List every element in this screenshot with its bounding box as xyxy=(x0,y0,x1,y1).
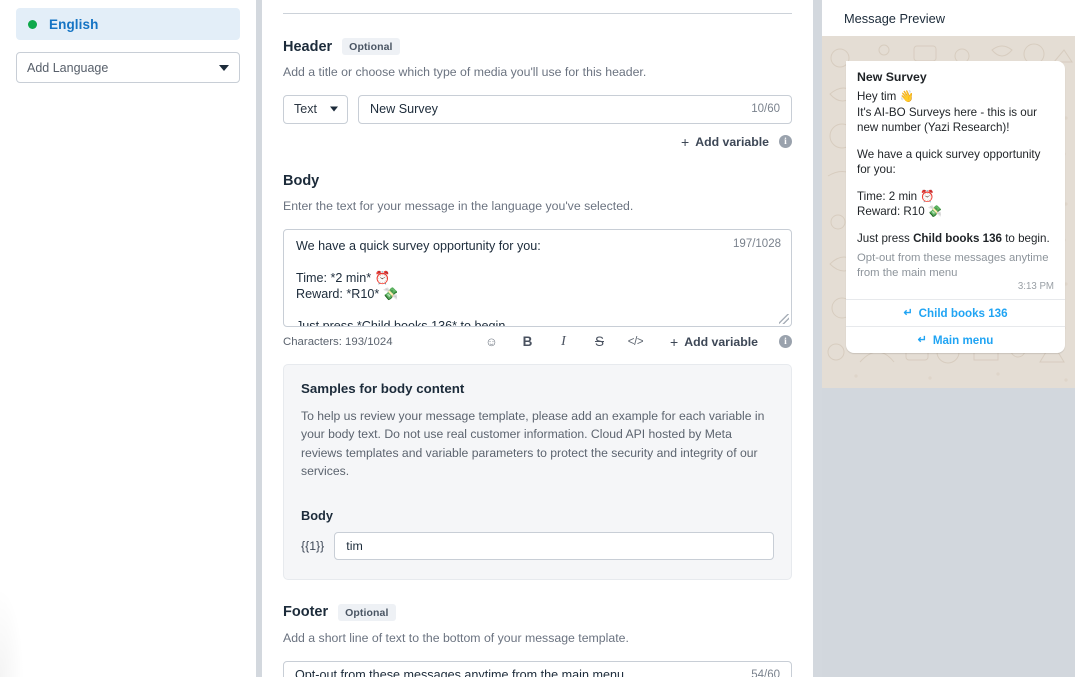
bubble-timestamp: 3:13 PM xyxy=(1017,281,1054,292)
bubble-button-child-books[interactable]: ↵ Child books 136 xyxy=(846,299,1065,326)
body-line-blank-1 xyxy=(296,254,779,270)
header-add-variable-label: Add variable xyxy=(695,134,769,149)
bubble-cta-prefix: Just press xyxy=(857,231,914,245)
textarea-resize-handle[interactable] xyxy=(779,313,789,324)
body-line-6: Just press *Child books 136* to begin. xyxy=(296,318,509,327)
header-type-select[interactable]: Text xyxy=(283,94,348,124)
body-section-description: Enter the text for your message in the l… xyxy=(283,198,634,213)
bubble-footer-text: Opt-out from these messages anytime from… xyxy=(857,252,1049,279)
samples-variable-row: {{1}} tim xyxy=(301,531,774,560)
bubble-line-2: It's AI-BO Surveys here - this is our ne… xyxy=(857,105,1038,135)
sidebar-item-english[interactable]: English xyxy=(16,8,240,40)
info-icon[interactable]: i xyxy=(779,335,792,349)
preview-panel-title: Message Preview xyxy=(822,0,1075,36)
variable-sample-input[interactable]: tim xyxy=(334,531,774,560)
bubble-cta-line: Just press Child books 136 to begin. xyxy=(857,231,1054,247)
body-character-count: Characters: 193/1024 xyxy=(283,335,393,348)
header-section-title-row: Header Optional xyxy=(283,38,792,55)
header-section-title: Header xyxy=(283,38,333,55)
footer-section-description: Add a short line of text to the bottom o… xyxy=(283,630,629,645)
variable-sample-value: tim xyxy=(346,538,363,553)
italic-icon[interactable]: I xyxy=(556,334,571,350)
body-add-variable-label: Add variable xyxy=(684,334,758,349)
plus-icon: + xyxy=(670,333,679,350)
body-add-variable-button[interactable]: + Add variable xyxy=(670,335,758,349)
language-label: English xyxy=(49,16,99,32)
bubble-line-3: We have a quick survey opportunity for y… xyxy=(857,147,1041,177)
chevron-down-icon xyxy=(219,64,229,71)
template-form: Header Optional Add a title or choose wh… xyxy=(262,0,813,677)
bubble-content: New Survey Hey tim 👋 It's AI-BO Surveys … xyxy=(846,61,1065,299)
header-optional-badge: Optional xyxy=(342,38,400,55)
header-text-input[interactable]: New Survey 10/60 xyxy=(358,94,792,124)
bubble-button-label-1: Child books 136 xyxy=(918,306,1008,320)
bold-icon[interactable]: B xyxy=(520,334,535,350)
header-section-description: Add a title or choose which type of medi… xyxy=(283,65,647,79)
app-root: English Add Language Header Optional Add… xyxy=(0,0,1075,677)
samples-description: To help us review your message template,… xyxy=(301,408,765,479)
body-line-4: Reward: *R10* 💸 xyxy=(296,286,399,301)
preview-message-bubble: New Survey Hey tim 👋 It's AI-BO Surveys … xyxy=(846,61,1065,353)
add-language-select[interactable]: Add Language xyxy=(16,52,240,83)
preview-lower-background xyxy=(822,388,1075,677)
footer-char-counter: 54/60 xyxy=(751,669,780,677)
footer-section-title-row: Footer Optional xyxy=(283,603,792,621)
samples-body-label: Body xyxy=(301,507,333,523)
body-line-1: We have a quick survey opportunity for y… xyxy=(296,238,541,253)
plus-icon: + xyxy=(681,133,690,150)
form-top-divider xyxy=(283,13,792,14)
header-add-variable-row: + Add variable i xyxy=(283,135,792,149)
footer-section-title: Footer xyxy=(283,604,329,621)
footer-text-input[interactable]: Opt-out from these messages anytime from… xyxy=(283,660,792,677)
body-section-title: Body xyxy=(283,172,320,189)
bubble-line-1: Hey tim 👋 xyxy=(857,90,914,103)
footer-text-value: Opt-out from these messages anytime from… xyxy=(295,668,624,677)
body-line-blank-2 xyxy=(296,302,779,318)
body-textarea[interactable]: We have a quick survey opportunity for y… xyxy=(283,228,792,327)
add-language-placeholder: Add Language xyxy=(27,60,109,75)
body-toolbar: Characters: 193/1024 ☺ B I S </> + Add v… xyxy=(283,334,792,350)
reply-arrow-icon: ↵ xyxy=(917,333,927,346)
sidebar-shadow xyxy=(0,587,24,677)
reply-arrow-icon: ↵ xyxy=(903,306,913,319)
bubble-cta-bold: Child books 136 xyxy=(913,231,1002,245)
body-format-tools: ☺ B I S </> + Add variable i xyxy=(484,334,792,350)
bubble-gap-2 xyxy=(857,178,1054,189)
header-type-value: Text xyxy=(294,102,317,117)
bubble-header-title: New Survey xyxy=(857,70,927,84)
body-line-3: Time: *2 min* ⏰ xyxy=(296,270,391,285)
bubble-gap-3 xyxy=(857,220,1054,231)
info-icon[interactable]: i xyxy=(779,135,792,149)
bubble-gap-1 xyxy=(857,136,1054,147)
bubble-line-5: Reward: R10 💸 xyxy=(857,205,943,218)
header-input-row: Text New Survey 10/60 xyxy=(283,94,792,124)
header-char-counter: 10/60 xyxy=(751,103,780,116)
variable-token: {{1}} xyxy=(301,538,325,553)
emoji-icon[interactable]: ☺ xyxy=(484,334,499,350)
right-divider xyxy=(813,0,822,677)
language-sidebar: English Add Language xyxy=(0,0,256,677)
body-char-counter: 197/1028 xyxy=(733,237,781,250)
status-dot-icon xyxy=(28,19,37,29)
header-add-variable-button[interactable]: + Add variable xyxy=(681,135,769,149)
message-preview-panel: Message Preview New Survey Hey tim 👋 It'… xyxy=(822,0,1075,677)
samples-card: Samples for body content To help us revi… xyxy=(283,363,792,580)
body-section-title-row: Body xyxy=(283,173,792,189)
header-text-value: New Survey xyxy=(370,102,438,117)
strikethrough-icon[interactable]: S xyxy=(592,334,607,350)
bubble-cta-suffix: to begin. xyxy=(1001,231,1050,245)
chevron-down-icon xyxy=(330,106,338,112)
bubble-button-label-2: Main menu xyxy=(932,333,994,347)
code-icon[interactable]: </> xyxy=(628,334,644,350)
samples-title: Samples for body content xyxy=(301,380,465,396)
bubble-line-4: Time: 2 min ⏰ xyxy=(857,189,935,203)
bubble-button-main-menu[interactable]: ↵ Main menu xyxy=(846,326,1065,353)
footer-optional-badge: Optional xyxy=(338,603,396,621)
